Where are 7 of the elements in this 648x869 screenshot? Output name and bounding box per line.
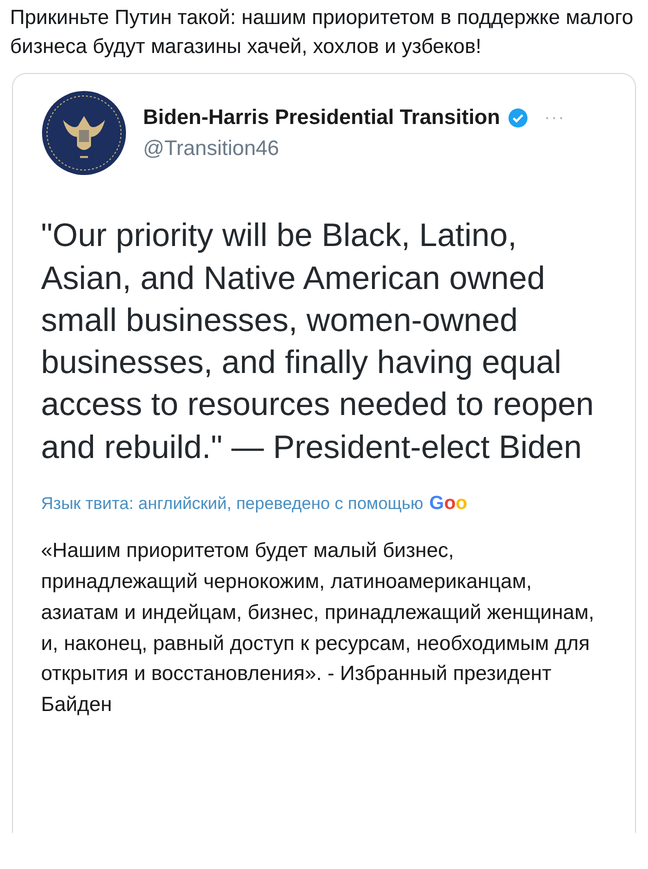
author-handle[interactable]: @Transition46 [143,133,607,165]
translated-text: «Нашим приоритетом будет малый бизнес, принадлежащий чернокожим, латиноамериканцам, азиатам и индейцам, бизнес, принадлежащий женщинам, и, наконец, равный доступ к ресурсам, необходимым для открытия и восстановления». - Избранный президент Байден [41,538,596,718]
translator-logo: Goo [429,492,468,516]
post-text: Прикиньте Путин такой: нашим приоритетом в поддержке малого бизнеса будут магазины хачей, хохлов и узбеков! [9,5,634,60]
translation-note: Язык твита: английский, переведено с помощью [41,493,424,516]
tweet-text: "Our priority will be Black, Latino, Asian, and Native American owned small businesses, women-owned businesses, and finally having equal access to resources needed to reopen and rebuild." — President-elect Biden [41,216,595,467]
author-name[interactable]: Biden-Harris Presidential Transition [143,102,500,134]
